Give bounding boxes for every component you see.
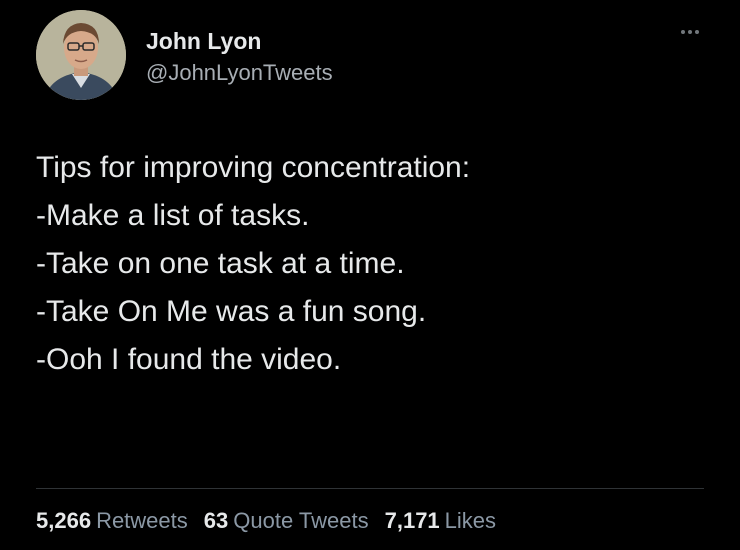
retweets-label: Retweets <box>96 508 188 533</box>
avatar[interactable] <box>36 10 126 100</box>
retweets-stat[interactable]: 5,266 Retweets <box>36 508 188 534</box>
tweet-text: Tips for improving concentration: -Make … <box>36 144 716 384</box>
author-handle[interactable]: @JohnLyonTweets <box>146 60 333 86</box>
quote-tweets-count: 63 <box>203 508 229 533</box>
quote-tweets-stat[interactable]: 63 Quote Tweets <box>204 508 369 534</box>
tweet-line: -Ooh I found the video. <box>36 343 342 376</box>
more-options-button[interactable] <box>670 20 710 44</box>
tweet-line: Tips for improving concentration: <box>36 151 471 184</box>
likes-stat[interactable]: 7,171 Likes <box>385 508 496 534</box>
divider <box>36 488 704 489</box>
likes-label: Likes <box>444 508 497 533</box>
quote-tweets-label: Quote Tweets <box>233 508 369 533</box>
tweet-card: John Lyon @JohnLyonTweets Tips for impro… <box>0 0 740 550</box>
profile-photo-icon <box>36 10 126 100</box>
author-name[interactable]: John Lyon <box>146 28 261 55</box>
tweet-line: -Take On Me was a fun song. <box>36 295 427 328</box>
likes-count: 7,171 <box>384 508 440 533</box>
tweet-line: -Take on one task at a time. <box>36 247 405 280</box>
more-horizontal-icon-dot <box>688 30 692 34</box>
tweet-line: -Make a list of tasks. <box>36 199 310 232</box>
retweets-count: 5,266 <box>36 508 92 533</box>
more-horizontal-icon <box>681 30 685 34</box>
tweet-stats: 5,266 Retweets 63 Quote Tweets 7,171 Likes <box>36 508 512 534</box>
more-horizontal-icon-dot <box>695 30 699 34</box>
